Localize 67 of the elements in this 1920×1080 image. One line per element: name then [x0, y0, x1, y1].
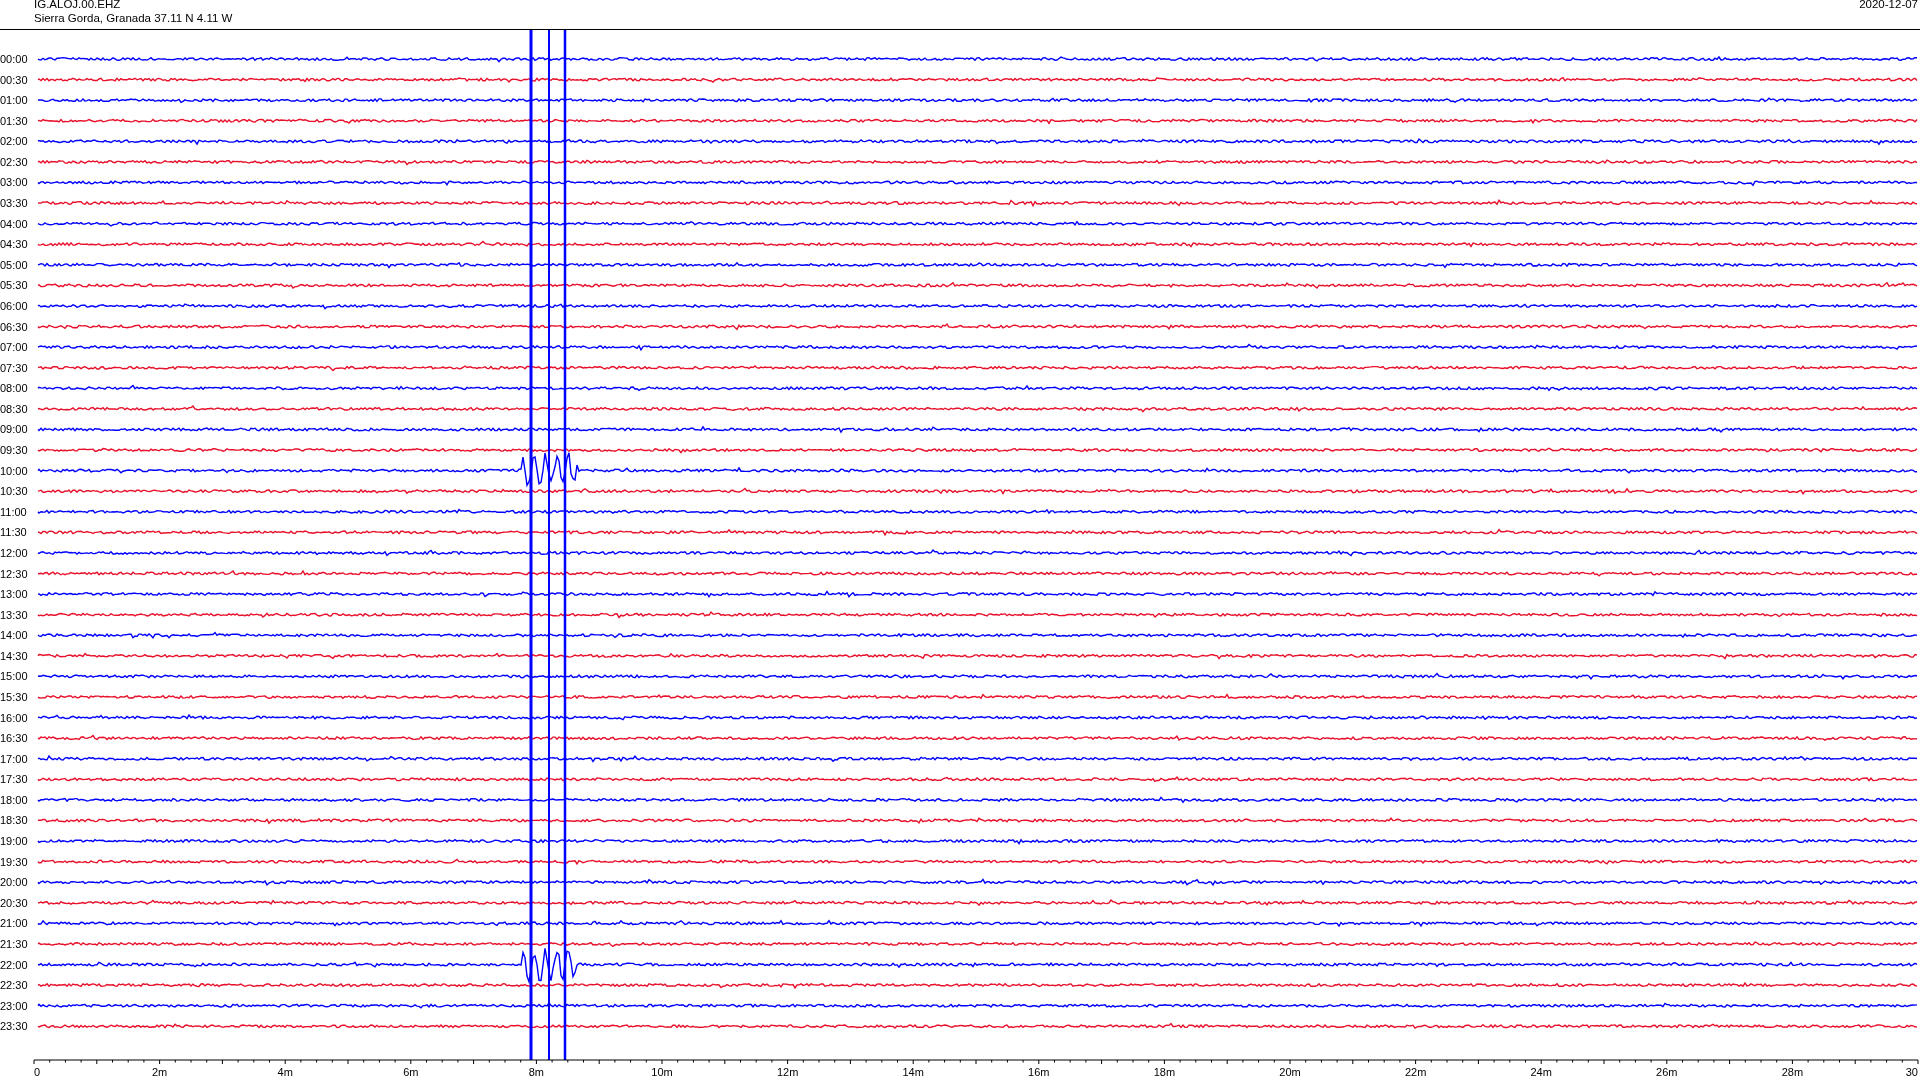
axis-label: 4m	[277, 1066, 293, 1078]
axis-label: 18m	[1153, 1066, 1176, 1078]
time-label: 06:30	[0, 320, 28, 333]
axis-label: 24m	[1530, 1066, 1552, 1078]
axis-label: 6m	[403, 1066, 419, 1078]
time-label: 20:30	[0, 896, 28, 909]
axis-label: 12m	[776, 1066, 799, 1078]
time-label: 05:30	[0, 279, 28, 292]
axis-label: 30	[1905, 1066, 1918, 1078]
time-label: 17:00	[0, 752, 28, 765]
time-label: 07:00	[0, 341, 28, 354]
time-label: 04:30	[0, 238, 28, 251]
time-label: 23:30	[0, 1020, 28, 1033]
time-label: 19:30	[0, 855, 28, 868]
axis-label: 2m	[151, 1066, 168, 1078]
time-label: 10:30	[0, 485, 28, 498]
time-label: 00:30	[0, 73, 28, 86]
time-label: 12:30	[0, 567, 28, 580]
time-label: 13:30	[0, 608, 28, 621]
time-label: 12:00	[0, 546, 28, 559]
axis-label: 28m	[1781, 1066, 1804, 1078]
time-label: 14:30	[0, 649, 28, 662]
station-code: IG.ALOJ.00.EHZ	[34, 0, 122, 11]
time-label: 09:00	[0, 423, 28, 436]
time-label: 18:00	[0, 793, 28, 806]
axis-label: 0	[34, 1066, 41, 1078]
record-date: 2020-12-07	[1859, 0, 1918, 12]
axis-label: 8m	[528, 1066, 545, 1078]
time-label: 11:30	[0, 526, 27, 539]
time-label: 21:30	[0, 937, 28, 950]
time-label: 02:30	[0, 155, 28, 168]
axis-label: 26m	[1656, 1066, 1678, 1078]
time-label: 03:30	[0, 197, 28, 210]
time-label: 04:00	[0, 217, 28, 230]
time-label: 15:00	[0, 670, 28, 683]
time-label: 16:00	[0, 711, 28, 724]
time-label: 01:30	[0, 114, 28, 127]
time-label: 02:00	[0, 135, 28, 148]
time-label: 11:00	[0, 505, 27, 518]
time-label: 00:00	[0, 53, 28, 65]
axis-label: 20m	[1279, 1066, 1301, 1078]
time-label: 03:00	[0, 176, 28, 189]
time-label: 09:30	[0, 444, 28, 456]
time-label: 05:00	[0, 258, 28, 271]
time-label: 10:00	[0, 464, 28, 477]
axis-label: 10m	[651, 1066, 673, 1078]
time-label: 08:00	[0, 382, 28, 395]
time-label: 21:00	[0, 917, 28, 930]
time-label: 20:00	[0, 876, 28, 889]
time-label: 06:00	[0, 299, 28, 312]
time-label: 15:30	[0, 691, 28, 703]
time-label: 01:00	[0, 94, 28, 107]
time-label: 07:30	[0, 361, 28, 374]
time-label: 17:30	[0, 773, 28, 786]
axis-label: 16m	[1028, 1066, 1050, 1078]
time-label: 22:30	[0, 979, 28, 992]
axis-label: 14m	[902, 1066, 924, 1078]
axis-label: 22m	[1404, 1066, 1427, 1078]
time-label: 18:30	[0, 814, 28, 827]
time-label: 08:30	[0, 402, 28, 415]
time-label: 16:30	[0, 732, 28, 745]
time-label: 23:00	[0, 999, 28, 1012]
time-label: 13:00	[0, 588, 28, 601]
time-label: 22:00	[0, 958, 28, 971]
time-label: 19:00	[0, 835, 28, 848]
station-location: Sierra Gorda, Granada 37.11 N 4.11 W	[34, 11, 233, 25]
time-label: 14:00	[0, 629, 28, 642]
